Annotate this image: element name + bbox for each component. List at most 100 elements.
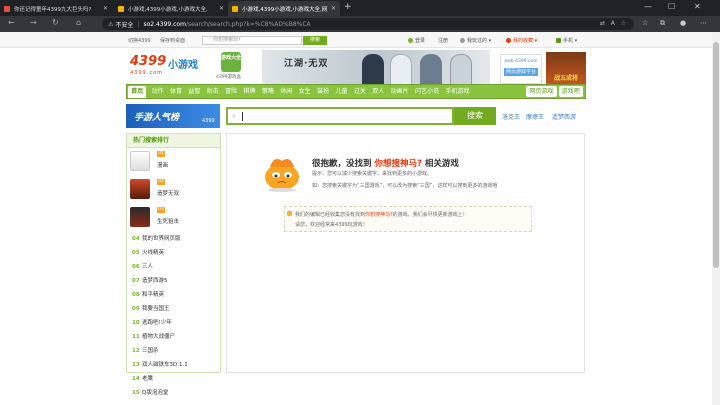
nav-item[interactable]: 儿童 (332, 85, 350, 98)
list-item[interactable]: 03 生死狙击 (127, 204, 220, 232)
minimize-icon[interactable]: — (644, 2, 652, 11)
close-window-icon[interactable]: ✕ (694, 2, 701, 11)
list-item[interactable]: 08 和平精英 (127, 288, 220, 302)
reload-icon[interactable]: ↻ (52, 18, 59, 27)
hot-search-link[interactable]: 摩擦王 (526, 112, 544, 121)
character-figure (420, 54, 442, 86)
search-tip: 提示：您可以减少搜索关键字，来找到更多的小游戏。 (312, 171, 433, 177)
main-search-input[interactable]: ⌕ (226, 107, 454, 125)
main-search-button[interactable]: 搜索 (454, 107, 496, 125)
list-item[interactable]: 02 造梦无双 (127, 176, 220, 204)
tab-title: 你还记得童年4399九大巨头吗? (14, 6, 92, 13)
close-tab-icon[interactable]: ✕ (219, 5, 224, 12)
tab-title: 小游戏,4399小游戏,小游戏大全,网页游戏 (242, 6, 328, 13)
nav-item[interactable]: 棋牌 (240, 85, 258, 98)
list-item[interactable]: 14 老鹰 (127, 372, 220, 386)
maximize-icon[interactable]: ☐ (668, 2, 675, 11)
site-logo[interactable]: 4399 小游戏 4399.com (130, 54, 208, 78)
character-figure (390, 54, 412, 86)
nav-item[interactable]: 双人 (369, 85, 387, 98)
nav-item[interactable]: 策略 (259, 85, 277, 98)
search-keyword: 你想搜神马? (374, 159, 422, 169)
switch-4399-link[interactable]: 切换4399 (128, 37, 151, 44)
game-box-logo[interactable]: 游戏大全 4399游戏盒 (216, 52, 256, 82)
no-result-message: 很抱歉，没找到 你想搜神马? 相关游戏 (312, 159, 459, 169)
close-tab-icon[interactable]: ✕ (103, 5, 108, 12)
nav-item[interactable]: 装扮 (314, 85, 332, 98)
list-item[interactable]: 06 三人 (127, 260, 220, 274)
scrollbar-thumb[interactable] (713, 42, 719, 268)
tab-favicon (4, 5, 10, 12)
profile-icon[interactable]: ● (680, 19, 686, 27)
save-to-desktop-link[interactable]: 保存到桌面 (160, 37, 185, 44)
tab-favicon (232, 5, 238, 12)
nav-item[interactable]: 女生 (296, 85, 314, 98)
top-search-input[interactable]: 你想搜哪玩? (202, 36, 302, 45)
phone-icon (556, 38, 561, 43)
favorites-link[interactable]: 我的收藏 (513, 38, 533, 44)
nav-game-forum[interactable]: 游戏吧 (558, 86, 583, 97)
history-link[interactable]: 我玩过的 (467, 38, 487, 44)
info-icon (287, 211, 292, 216)
list-item[interactable]: 09 我要当国王 (127, 302, 220, 316)
list-item[interactable]: 01 漫画 (127, 148, 220, 176)
nav-item[interactable]: 动画片 (387, 85, 411, 98)
nav-item[interactable]: 手机游戏 (442, 85, 472, 98)
list-item[interactable]: 07 造梦西游5 (127, 274, 220, 288)
close-tab-icon[interactable]: ✕ (331, 5, 336, 12)
register-link[interactable]: 注册 (438, 37, 448, 44)
list-item[interactable]: 11 植物大战僵尸 (127, 330, 220, 344)
nav-item[interactable]: 闪艺小说 (412, 85, 442, 98)
editor-note: 我们的编辑已经收集您没有找到你想搜神马?的游戏，我们会尽快更新游戏上！ 请您，欢… (284, 206, 532, 232)
game-banner-ad[interactable]: 江湖·无双 (262, 50, 490, 86)
mobile-link[interactable]: 手机 (563, 38, 573, 44)
hot-search-link[interactable]: 洛克王 (502, 112, 520, 121)
collections-icon[interactable]: ☆ (642, 19, 648, 27)
search-tip-example: 如：您搜索关键字为“三国游戏”，可以改为搜索“三国”，这样可以搜到更多的游戏哦 (312, 183, 498, 189)
list-item[interactable]: 10 逃跑吧!少年 (127, 316, 220, 330)
nav-item[interactable]: 动作 (148, 85, 166, 98)
web-games-ad[interactable]: web.4399.com 网页游戏平台 (500, 54, 542, 84)
text-caret (242, 112, 243, 121)
forward-icon[interactable]: → (30, 18, 37, 27)
nav-item[interactable]: 过关 (351, 85, 369, 98)
list-item[interactable]: 04 我的世界网页版 (127, 232, 220, 246)
new-tab-button[interactable]: + (344, 2, 352, 12)
browser-tab-2[interactable]: 小游戏,4399小游戏,小游戏大全, ✕ (114, 1, 228, 16)
read-aloud-icon[interactable]: A (611, 20, 615, 27)
nav-home[interactable]: 首页 (128, 86, 147, 98)
list-item[interactable]: 13 双人磁铁车3D.1.1 (127, 358, 220, 372)
page-scrollbar[interactable] (712, 32, 720, 405)
nav-item[interactable]: 休闲 (277, 85, 295, 98)
hot-search-ranking: 热门搜索排行 01 漫画 02 造梦无双 03 生死狙击 04 我的世界网页版 0… (126, 133, 221, 396)
browser-tab-bar: 你还记得童年4399九大巨头吗? ✕ 小游戏,4399小游戏,小游戏大全, ✕ … (0, 0, 720, 16)
nav-item[interactable]: 体育 (167, 85, 185, 98)
top-search-button[interactable]: 搜索 (303, 36, 327, 45)
more-menu-icon[interactable]: ⋯ (700, 19, 707, 27)
translate-icon[interactable]: ⇄ (600, 20, 605, 27)
nav-item[interactable]: 射击 (204, 85, 222, 98)
favorite-star-icon[interactable]: ☆ (621, 20, 626, 27)
character-figure (450, 54, 472, 86)
browser-tab-3[interactable]: 小游戏,4399小游戏,小游戏大全,网页游戏 ✕ (228, 1, 340, 16)
nav-web-games[interactable]: 网页游戏 (526, 86, 557, 97)
login-link[interactable]: 登录 (415, 38, 425, 44)
user-icon (408, 38, 413, 43)
mascot-icon (265, 159, 299, 192)
back-icon[interactable]: ← (8, 18, 15, 27)
tab-favicon (118, 5, 124, 12)
list-item[interactable]: 12 三国杀 (127, 344, 220, 358)
nav-item[interactable]: 益智 (185, 85, 203, 98)
mobile-games-banner[interactable]: 手游人气榜 4399 (126, 104, 220, 128)
list-item[interactable]: 15 Q版泡泡堂 (127, 386, 220, 400)
character-figure (362, 54, 384, 86)
browser-tab-1[interactable]: 你还记得童年4399九大巨头吗? ✕ (0, 1, 112, 16)
tabs-icon[interactable]: ⧉ (660, 19, 665, 28)
address-bar[interactable]: ⚠ 不安全 | so2.4399.com /search/search.php?… (102, 18, 634, 30)
url-host: so2.4399.com (143, 20, 186, 28)
list-item[interactable]: 05 火线精英 (127, 246, 220, 260)
game-ad-banner[interactable]: 战五成将 (546, 52, 586, 84)
home-icon[interactable]: ⌂ (76, 18, 81, 27)
nav-item[interactable]: 冒险 (222, 85, 240, 98)
hot-search-link[interactable]: 造梦西游 (552, 112, 576, 121)
